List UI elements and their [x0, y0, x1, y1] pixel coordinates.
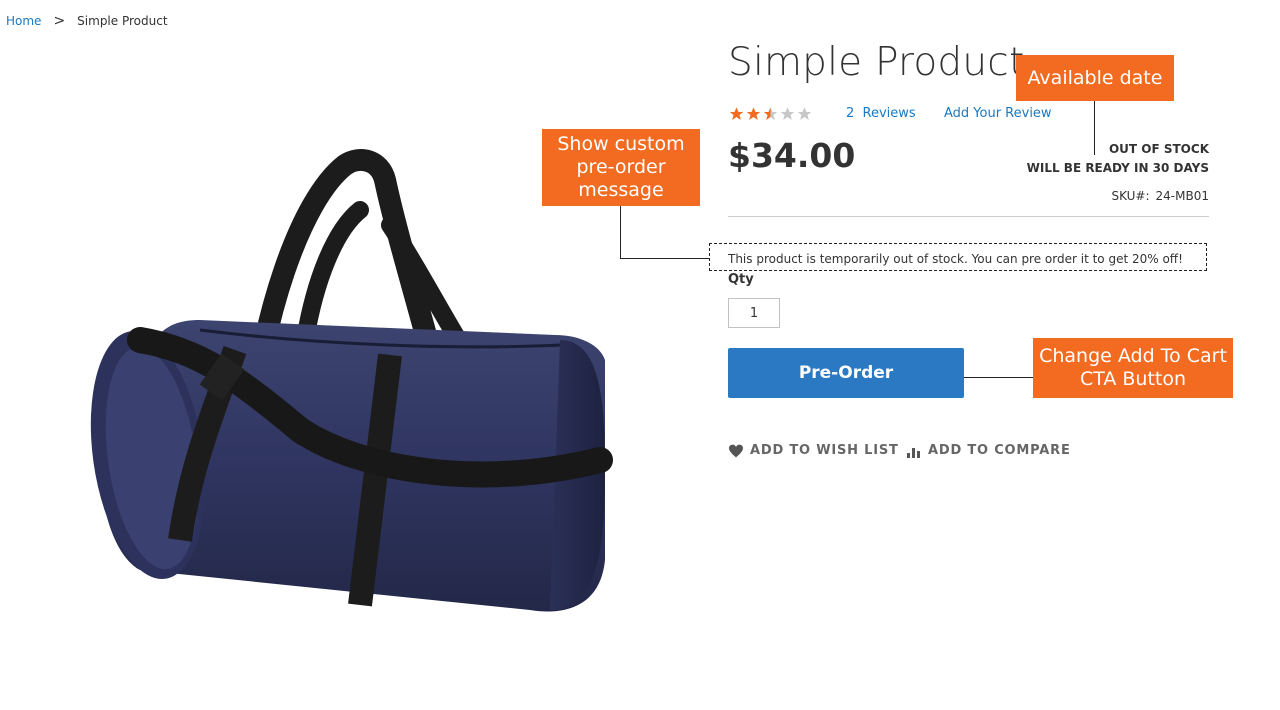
star-empty-icon: [796, 106, 813, 122]
callout-available-date: Available date: [1016, 55, 1174, 101]
bar-chart-icon: [907, 447, 920, 458]
breadcrumb-separator-icon: >: [53, 13, 66, 29]
sku-label: SKU#:: [1111, 189, 1150, 203]
rating-stars: [728, 106, 813, 122]
reviews-link[interactable]: 2 Reviews: [846, 106, 916, 121]
callout-connector: [964, 377, 1033, 378]
stock-status: OUT OF STOCK: [1108, 142, 1209, 156]
wishlist-label: ADD TO WISH LIST: [750, 443, 899, 458]
callout-cta-button: Change Add To Cart CTA Button: [1033, 338, 1233, 398]
star-icon: [728, 106, 745, 122]
preorder-message: This product is temporarily out of stock…: [709, 243, 1207, 271]
star-icon: [745, 106, 762, 122]
breadcrumb-home-link[interactable]: Home: [6, 14, 41, 28]
reviews-count: 2: [846, 106, 855, 121]
add-to-compare-link[interactable]: ADD TO COMPARE: [906, 443, 1071, 458]
product-image[interactable]: [60, 140, 660, 630]
qty-label: Qty: [728, 272, 754, 287]
product-title: Simple Product: [728, 40, 1025, 85]
star-empty-icon: [779, 106, 796, 122]
callout-connector: [620, 258, 709, 259]
preorder-button[interactable]: Pre-Order: [728, 348, 964, 398]
sku-value: 24-MB01: [1155, 189, 1209, 203]
divider: [728, 216, 1209, 217]
callout-connector: [620, 206, 621, 258]
callout-connector: [1094, 101, 1095, 155]
breadcrumb: Home > Simple Product: [6, 13, 168, 29]
add-to-wishlist-link[interactable]: ADD TO WISH LIST: [728, 443, 899, 458]
add-review-link[interactable]: Add Your Review: [944, 106, 1052, 121]
breadcrumb-current: Simple Product: [77, 14, 168, 28]
product-price: $34.00: [728, 136, 856, 175]
compare-label: ADD TO COMPARE: [928, 443, 1071, 458]
qty-input[interactable]: [728, 298, 780, 328]
heart-icon: [729, 444, 743, 457]
stock-info: OUT OF STOCK WILL BE READY IN 30 DAYS: [1027, 140, 1209, 178]
callout-custom-message: Show custom pre-order message: [542, 129, 700, 206]
star-half-icon: [762, 106, 779, 122]
reviews-label: Reviews: [862, 106, 916, 121]
sku: SKU#: 24-MB01: [1111, 189, 1209, 203]
availability-date: WILL BE READY IN 30 DAYS: [1026, 161, 1209, 175]
